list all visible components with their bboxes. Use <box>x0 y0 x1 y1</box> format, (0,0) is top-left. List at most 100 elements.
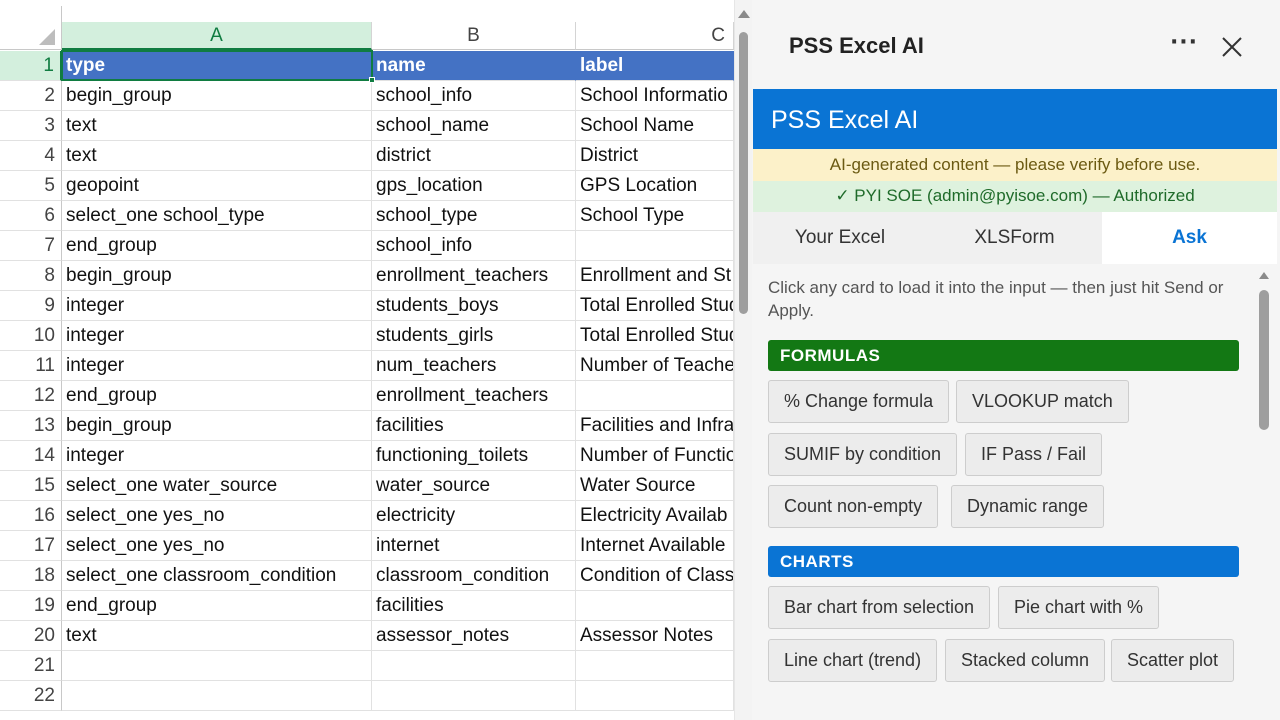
header-cell[interactable]: name <box>372 51 576 81</box>
column-header-c[interactable]: C <box>576 22 734 50</box>
row-header[interactable]: 15 <box>0 471 62 501</box>
table-cell[interactable] <box>576 231 734 261</box>
row-header[interactable]: 2 <box>0 81 62 111</box>
table-cell[interactable]: students_girls <box>372 321 576 351</box>
more-options-icon[interactable]: ··· <box>1168 32 1200 60</box>
table-cell[interactable]: district <box>372 141 576 171</box>
row-header[interactable]: 19 <box>0 591 62 621</box>
table-cell[interactable]: end_group <box>62 591 372 621</box>
scroll-up-icon[interactable] <box>1259 272 1269 279</box>
row-header[interactable]: 7 <box>0 231 62 261</box>
card-vlookup[interactable]: VLOOKUP match <box>956 380 1129 423</box>
table-cell[interactable]: students_boys <box>372 291 576 321</box>
sheet-vertical-scrollbar[interactable] <box>734 0 752 720</box>
table-cell[interactable]: District <box>576 141 734 171</box>
table-cell[interactable]: Number of Teache <box>576 351 734 381</box>
table-cell[interactable] <box>576 651 734 681</box>
column-header-b[interactable]: B <box>372 22 576 50</box>
table-cell[interactable]: geopoint <box>62 171 372 201</box>
card-bar-chart[interactable]: Bar chart from selection <box>768 586 991 629</box>
row-header[interactable]: 16 <box>0 501 62 531</box>
row-header[interactable]: 22 <box>0 681 62 711</box>
table-cell[interactable] <box>372 681 576 711</box>
table-cell[interactable]: text <box>62 111 372 141</box>
spreadsheet-grid[interactable]: A B C 1 2 3 4 5 6 7 8 9 10 11 12 13 14 15 16 17 18 19 20 21 2… <box>0 0 752 720</box>
table-cell[interactable]: Internet Available <box>576 531 734 561</box>
table-cell[interactable]: school_name <box>372 111 576 141</box>
table-cell[interactable]: Assessor Notes <box>576 621 734 651</box>
select-all-corner[interactable] <box>0 22 62 50</box>
row-header[interactable]: 1 <box>0 51 62 81</box>
scroll-thumb[interactable] <box>739 32 748 314</box>
row-header[interactable]: 17 <box>0 531 62 561</box>
table-cell[interactable]: begin_group <box>62 411 372 441</box>
table-cell[interactable] <box>576 381 734 411</box>
table-cell[interactable]: classroom_condition <box>372 561 576 591</box>
table-cell[interactable]: School Type <box>576 201 734 231</box>
table-cell[interactable]: electricity <box>372 501 576 531</box>
row-header[interactable]: 10 <box>0 321 62 351</box>
table-cell[interactable]: select_one yes_no <box>62 531 372 561</box>
table-cell[interactable]: integer <box>62 351 372 381</box>
card-stacked-column[interactable]: Stacked column <box>945 639 1106 682</box>
table-cell[interactable]: begin_group <box>62 261 372 291</box>
table-cell[interactable]: Total Enrolled Stud <box>576 321 734 351</box>
table-cell[interactable]: assessor_notes <box>372 621 576 651</box>
table-cell[interactable]: select_one school_type <box>62 201 372 231</box>
table-cell[interactable]: end_group <box>62 381 372 411</box>
table-cell[interactable]: Condition of Class <box>576 561 734 591</box>
header-cell[interactable]: label <box>576 51 734 81</box>
row-header[interactable]: 11 <box>0 351 62 381</box>
close-icon[interactable] <box>1218 33 1250 63</box>
table-cell[interactable]: select_one yes_no <box>62 501 372 531</box>
card-scatter-plot[interactable]: Scatter plot <box>1111 639 1235 682</box>
card-count-nonempty[interactable]: Count non-empty <box>768 485 939 528</box>
table-cell[interactable]: GPS Location <box>576 171 734 201</box>
tab-ask[interactable]: Ask <box>1102 212 1277 264</box>
table-cell[interactable]: select_one water_source <box>62 471 372 501</box>
row-header[interactable]: 12 <box>0 381 62 411</box>
table-cell[interactable]: select_one classroom_condition <box>62 561 372 591</box>
table-cell[interactable] <box>576 681 734 711</box>
table-cell[interactable]: integer <box>62 321 372 351</box>
card-dynamic-range[interactable]: Dynamic range <box>951 485 1105 528</box>
table-cell[interactable]: end_group <box>62 231 372 261</box>
row-header[interactable]: 21 <box>0 651 62 681</box>
table-cell[interactable]: facilities <box>372 591 576 621</box>
table-cell[interactable]: facilities <box>372 411 576 441</box>
table-cell[interactable]: Electricity Availab <box>576 501 734 531</box>
table-cell[interactable]: enrollment_teachers <box>372 381 576 411</box>
table-cell[interactable]: School Informatio <box>576 81 734 111</box>
scroll-up-icon[interactable] <box>738 10 750 18</box>
card-pie-chart[interactable]: Pie chart with % <box>998 586 1160 629</box>
table-cell[interactable]: Enrollment and St <box>576 261 734 291</box>
table-cell[interactable] <box>62 681 372 711</box>
row-header[interactable]: 4 <box>0 141 62 171</box>
pane-scrollbar[interactable] <box>1256 270 1272 710</box>
row-header[interactable]: 20 <box>0 621 62 651</box>
table-cell[interactable]: num_teachers <box>372 351 576 381</box>
table-cell[interactable]: School Name <box>576 111 734 141</box>
row-header[interactable]: 13 <box>0 411 62 441</box>
table-cell[interactable] <box>576 591 734 621</box>
table-cell[interactable]: begin_group <box>62 81 372 111</box>
scroll-thumb[interactable] <box>1259 290 1269 430</box>
row-header[interactable]: 9 <box>0 291 62 321</box>
table-cell[interactable]: text <box>62 141 372 171</box>
table-cell[interactable]: integer <box>62 441 372 471</box>
table-cell[interactable]: Facilities and Infra <box>576 411 734 441</box>
table-cell[interactable]: functioning_toilets <box>372 441 576 471</box>
table-cell[interactable]: text <box>62 621 372 651</box>
tab-xlsform[interactable]: XLSForm <box>927 212 1102 264</box>
row-header[interactable]: 8 <box>0 261 62 291</box>
table-cell[interactable] <box>372 651 576 681</box>
row-header[interactable]: 18 <box>0 561 62 591</box>
row-header[interactable]: 14 <box>0 441 62 471</box>
card-line-chart[interactable]: Line chart (trend) <box>768 639 938 682</box>
table-cell[interactable]: Water Source <box>576 471 734 501</box>
table-cell[interactable]: school_type <box>372 201 576 231</box>
table-cell[interactable]: school_info <box>372 81 576 111</box>
table-cell[interactable]: school_info <box>372 231 576 261</box>
table-cell[interactable]: Total Enrolled Stud <box>576 291 734 321</box>
card-percent-change[interactable]: % Change formula <box>768 380 950 423</box>
